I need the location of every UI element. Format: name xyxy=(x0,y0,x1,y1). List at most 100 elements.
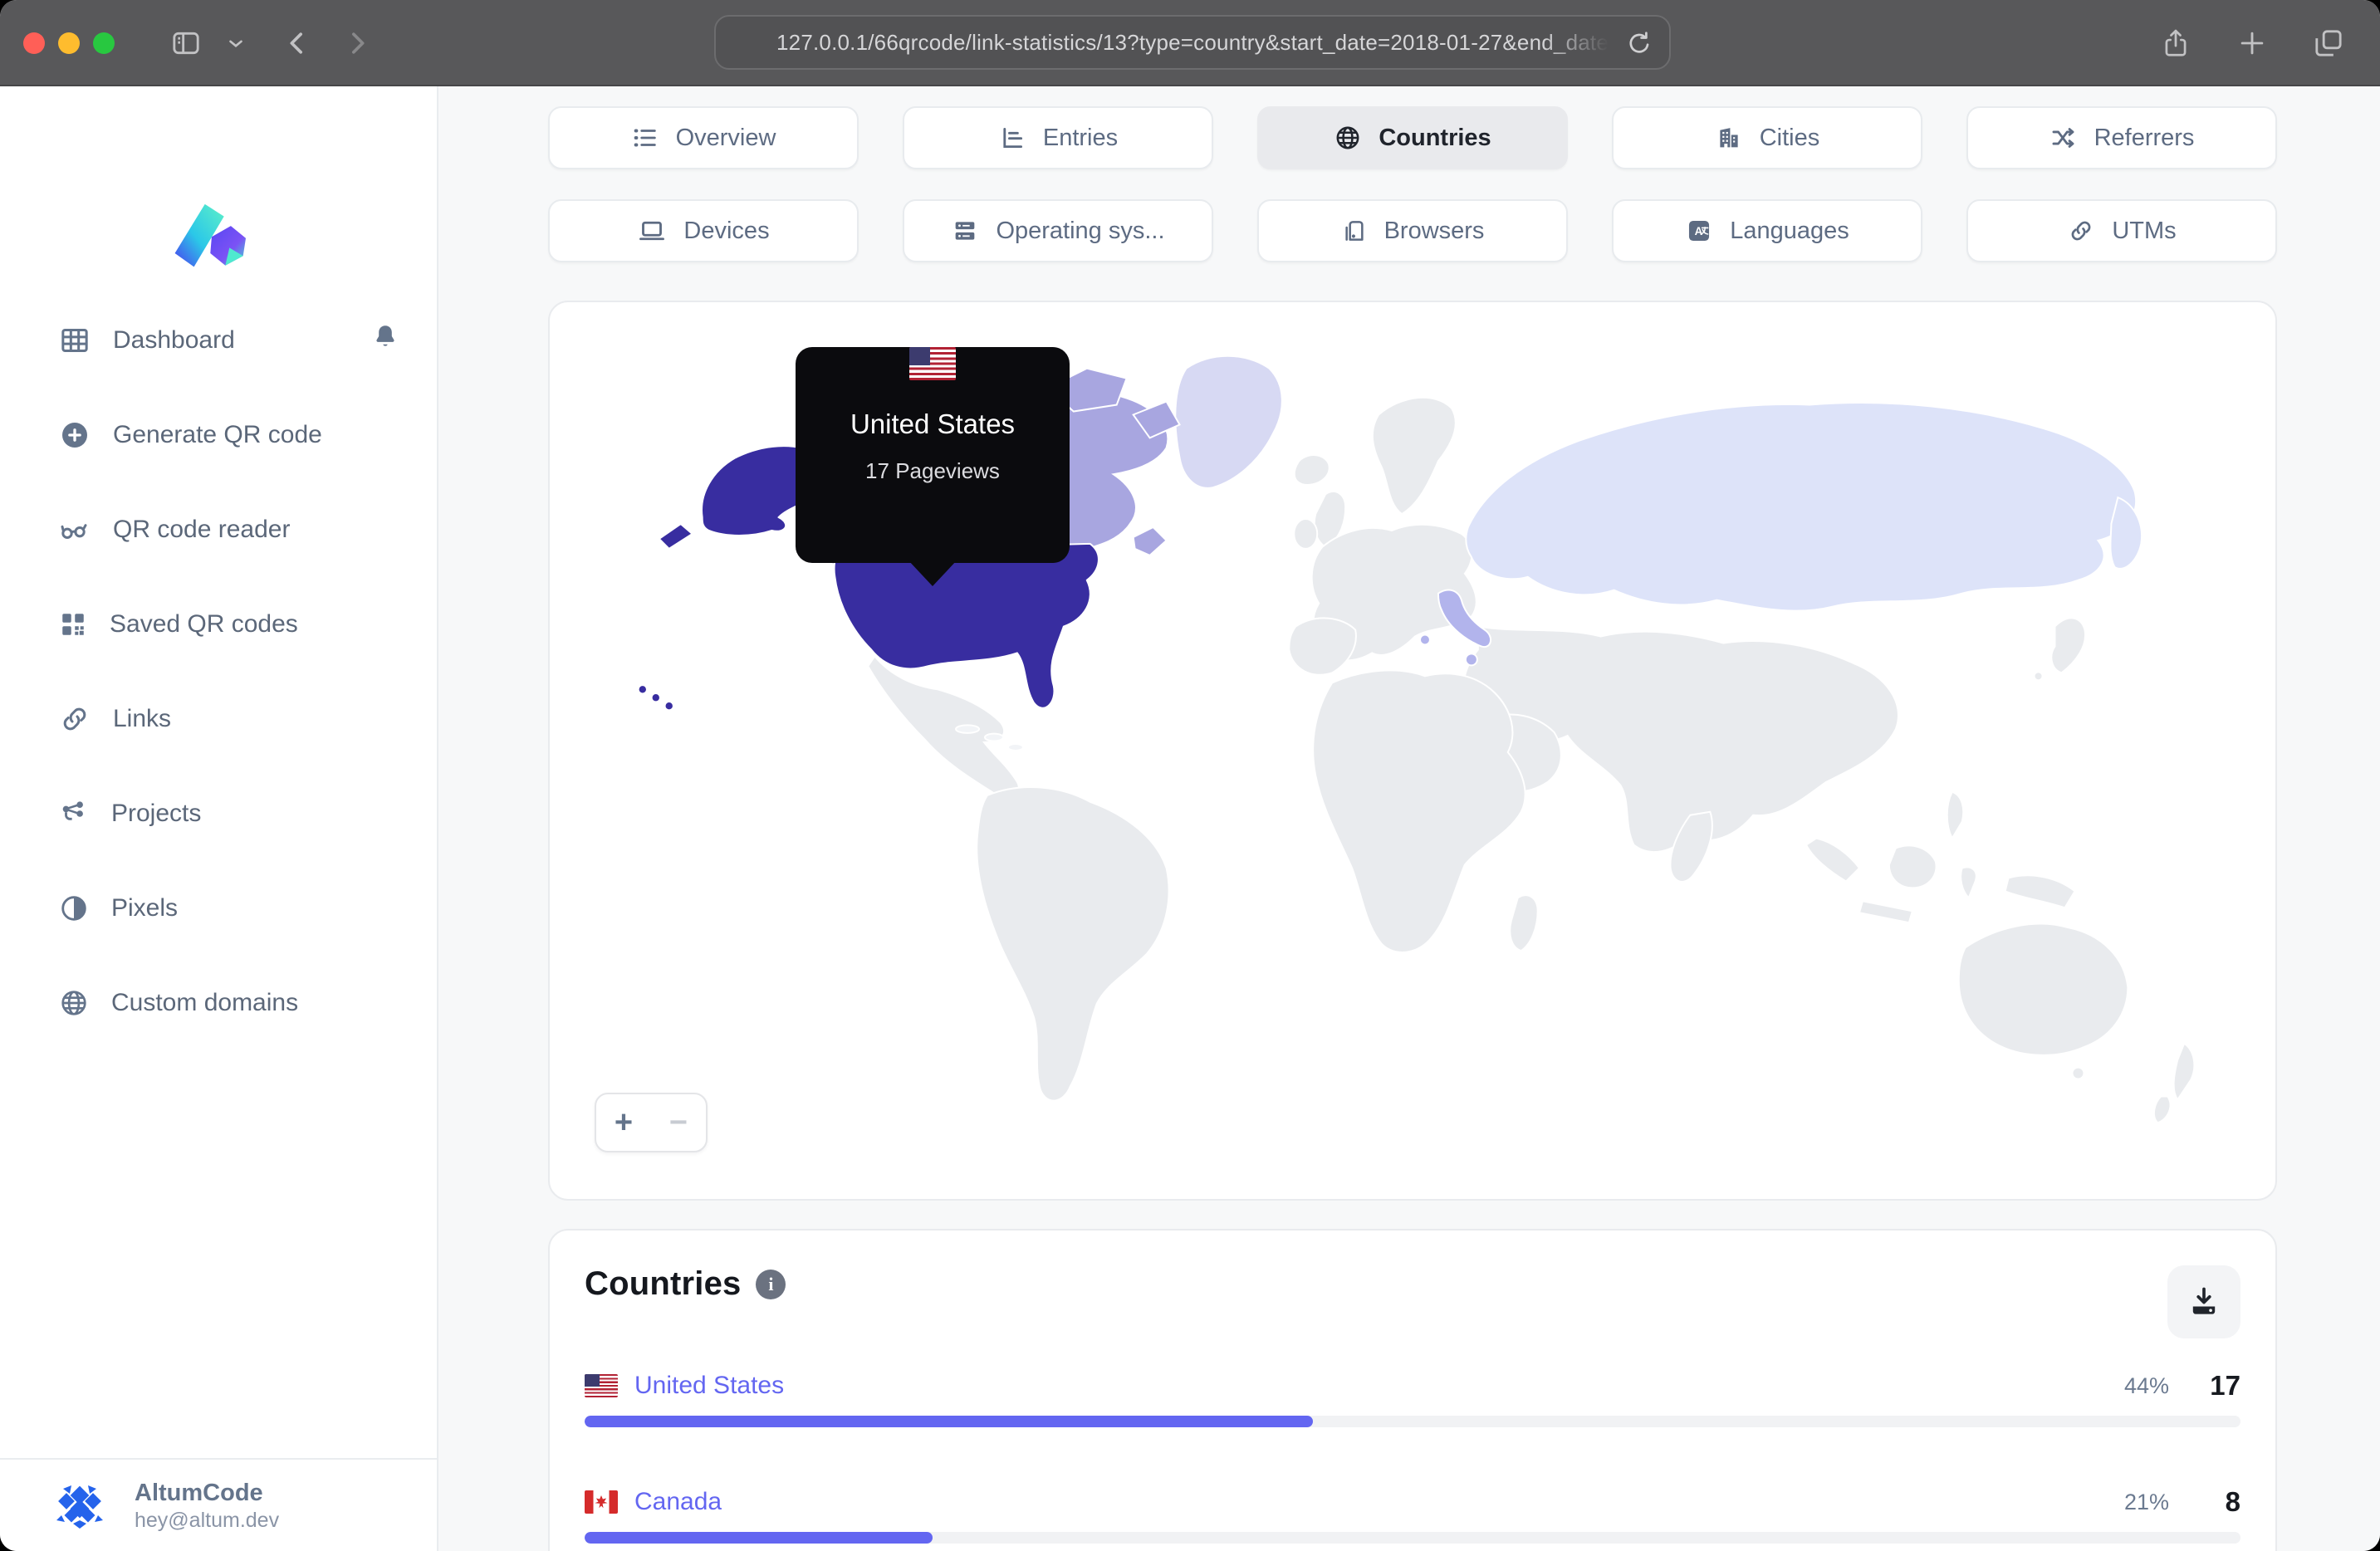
main-content: Overview Entries Countries Cities Referr… xyxy=(438,86,2380,1551)
stats-tabs-row-1: Overview Entries Countries Cities Referr… xyxy=(548,106,2277,169)
sidebar-item-label: Links xyxy=(113,705,172,732)
map-tooltip: United States 17 Pageviews xyxy=(796,347,1070,586)
sidebar-item-custom-domains[interactable]: Custom domains xyxy=(0,978,437,1028)
countries-list: United States 44% 17 Canada 21% 8 xyxy=(585,1369,2240,1544)
dashboard-grid-icon xyxy=(58,324,91,357)
globe-icon xyxy=(58,987,90,1019)
chevron-down-icon[interactable] xyxy=(218,25,254,61)
share-nodes-icon xyxy=(58,798,90,829)
tab-cities[interactable]: Cities xyxy=(1612,106,1922,169)
sidebar-item-label: Pixels xyxy=(111,894,179,922)
sidebar-nav: Dashboard Generate QR code QR code reade… xyxy=(0,316,437,1073)
window-controls xyxy=(23,32,115,54)
utms-link-icon xyxy=(2067,217,2095,245)
sidebar: Dashboard Generate QR code QR code reade… xyxy=(0,86,438,1551)
sidebar-item-projects[interactable]: Projects xyxy=(0,789,437,839)
progress-track xyxy=(585,1532,2240,1544)
notifications-bell-icon[interactable] xyxy=(370,321,400,360)
progress-fill xyxy=(585,1532,933,1544)
qr-code-icon xyxy=(58,609,88,639)
tab-operating-systems[interactable]: Operating sys... xyxy=(903,199,1213,262)
sidebar-item-label: Saved QR codes xyxy=(110,610,298,638)
map-country-greenland[interactable] xyxy=(1174,355,1283,489)
sidebar-item-generate-qr[interactable]: Generate QR code xyxy=(0,410,437,460)
sidebar-item-label: Custom domains xyxy=(111,989,299,1016)
url-text: 127.0.0.1/66qrcode/link-statistics/13?ty… xyxy=(776,29,1609,55)
country-link[interactable]: Canada xyxy=(634,1488,722,1516)
us-flag-icon xyxy=(585,1374,618,1397)
sidebar-item-links[interactable]: Links xyxy=(0,694,437,744)
account-menu[interactable]: AltumCode hey@altum.dev xyxy=(0,1458,437,1551)
country-count: 8 xyxy=(2225,1486,2240,1517)
country-row: United States 44% 17 xyxy=(585,1369,2240,1427)
download-button[interactable] xyxy=(2167,1265,2240,1338)
countries-globe-icon xyxy=(1334,124,1362,152)
country-percent: 44% xyxy=(2123,1372,2169,1398)
tab-languages[interactable]: A Languages xyxy=(1612,199,1922,262)
sidebar-item-dashboard[interactable]: Dashboard xyxy=(0,316,437,365)
glasses-icon xyxy=(58,513,91,546)
plus-circle-icon xyxy=(58,418,91,452)
us-flag-icon xyxy=(909,347,956,380)
country-count: 17 xyxy=(2210,1370,2240,1401)
country-link[interactable]: United States xyxy=(634,1372,784,1400)
devices-laptop-icon xyxy=(637,216,667,246)
map-zoom-control: + − xyxy=(595,1093,708,1152)
countries-card: Countries i United States 44% 17 Canada … xyxy=(548,1229,2277,1551)
tab-referrers[interactable]: Referrers xyxy=(1966,106,2277,169)
tab-countries[interactable]: Countries xyxy=(1257,106,1568,169)
sidebar-item-label: Projects xyxy=(111,800,202,827)
address-bar[interactable]: 127.0.0.1/66qrcode/link-statistics/13?ty… xyxy=(714,15,1671,70)
browser-toolbar: 127.0.0.1/66qrcode/link-statistics/13?ty… xyxy=(0,0,2380,86)
sidebar-item-label: Dashboard xyxy=(113,326,235,354)
share-icon[interactable] xyxy=(2157,25,2194,61)
back-icon[interactable] xyxy=(279,25,316,61)
browser-window: 127.0.0.1/66qrcode/link-statistics/13?ty… xyxy=(0,0,2380,1551)
tab-devices[interactable]: Devices xyxy=(548,199,859,262)
tab-entries[interactable]: Entries xyxy=(903,106,1213,169)
tooltip-pageviews: 17 Pageviews xyxy=(865,458,1000,483)
contrast-icon xyxy=(58,893,90,924)
os-server-icon xyxy=(951,217,979,245)
map-zoom-in-button[interactable]: + xyxy=(596,1094,651,1151)
info-icon: i xyxy=(756,1269,786,1299)
tab-overview-icon[interactable] xyxy=(2310,25,2347,61)
progress-fill xyxy=(585,1416,1314,1427)
sidebar-item-qr-reader[interactable]: QR code reader xyxy=(0,505,437,555)
sidebar-item-pixels[interactable]: Pixels xyxy=(0,883,437,933)
sidebar-toggle-icon[interactable] xyxy=(168,25,204,61)
svg-text:A: A xyxy=(1695,225,1703,237)
account-name: AltumCode xyxy=(135,1480,263,1507)
stats-tabs-row-2: Devices Operating sys... Browsers A Lang… xyxy=(548,199,2277,262)
link-icon xyxy=(58,702,91,736)
referrers-shuffle-icon xyxy=(2049,124,2078,152)
tab-utms[interactable]: UTMs xyxy=(1966,199,2277,262)
account-email: hey@altum.dev xyxy=(135,1508,280,1532)
progress-track xyxy=(585,1416,2240,1427)
world-map-card: United States 17 Pageviews + − xyxy=(548,301,2277,1201)
entries-chart-icon xyxy=(998,124,1026,152)
map-country-russia[interactable] xyxy=(1465,402,2143,612)
languages-icon: A xyxy=(1685,217,1713,245)
map-zoom-out-button[interactable]: − xyxy=(651,1094,706,1151)
sidebar-item-label: Generate QR code xyxy=(113,421,322,448)
country-percent: 21% xyxy=(2123,1489,2169,1514)
forward-icon[interactable] xyxy=(339,25,375,61)
tab-browsers[interactable]: Browsers xyxy=(1257,199,1568,262)
close-window-button[interactable] xyxy=(23,32,45,54)
new-tab-icon[interactable] xyxy=(2234,25,2270,61)
zoom-window-button[interactable] xyxy=(93,32,115,54)
reload-icon[interactable] xyxy=(1624,28,1654,65)
sidebar-item-label: QR code reader xyxy=(113,516,291,543)
countries-title: Countries xyxy=(585,1265,742,1302)
country-row: Canada 21% 8 xyxy=(585,1485,2240,1544)
altumcode-logo xyxy=(174,203,246,267)
minimize-window-button[interactable] xyxy=(58,32,80,54)
tab-overview[interactable]: Overview xyxy=(548,106,859,169)
browsers-phone-icon xyxy=(1341,218,1368,244)
tooltip-country: United States xyxy=(850,409,1016,439)
cities-building-icon xyxy=(1715,124,1743,152)
canada-flag-icon xyxy=(585,1490,618,1514)
overview-list-icon xyxy=(631,124,659,152)
sidebar-item-saved-qr[interactable]: Saved QR codes xyxy=(0,599,437,649)
